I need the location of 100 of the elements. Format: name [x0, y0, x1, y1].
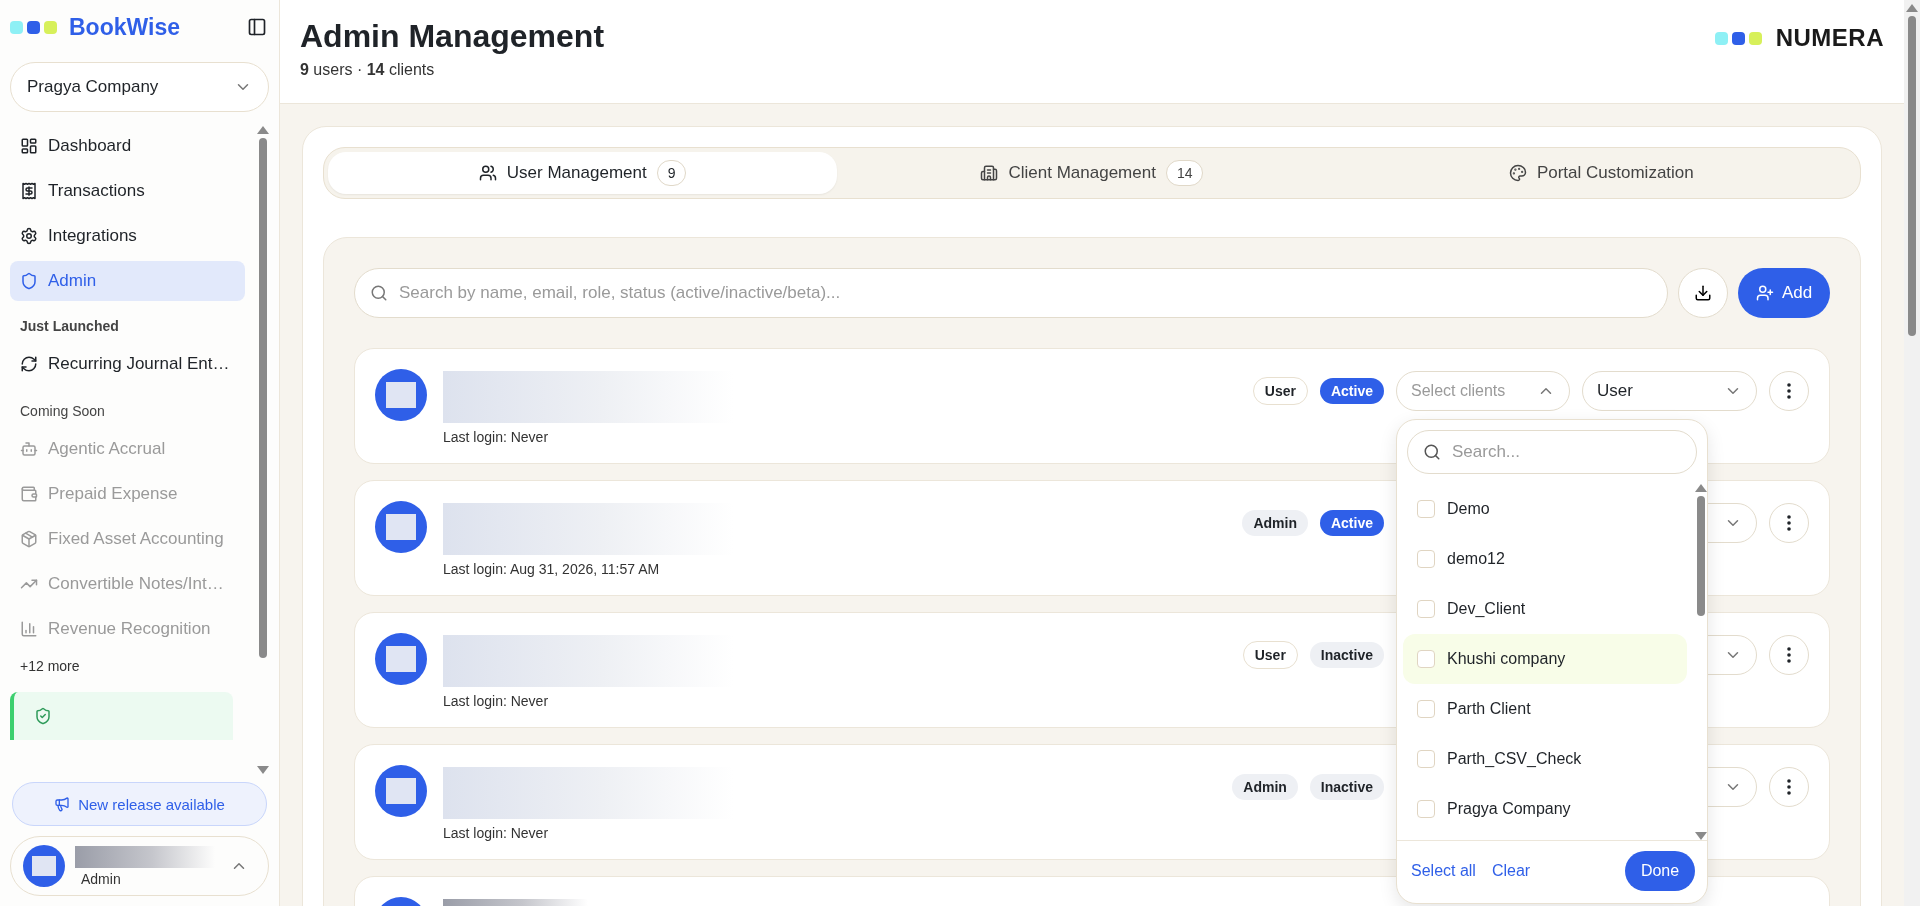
more-icon — [1787, 779, 1791, 795]
robot-icon — [20, 440, 38, 458]
checkbox[interactable] — [1417, 700, 1435, 718]
last-login: Last login: Never — [443, 693, 550, 709]
role-badge: Admin — [1232, 774, 1298, 800]
brand-name: BookWise — [69, 13, 181, 41]
scrollbar[interactable] — [1904, 0, 1920, 906]
client-option[interactable]: Demo — [1403, 484, 1687, 534]
user-plus-icon — [1755, 284, 1774, 302]
more-button[interactable] — [1769, 371, 1809, 411]
sidebar-toggle-icon[interactable] — [247, 17, 267, 37]
option-label: demo12 — [1447, 550, 1505, 568]
avatar — [23, 845, 65, 887]
more-link[interactable]: +12 more — [10, 654, 245, 678]
avatar — [375, 633, 427, 685]
last-login: Last login: Never — [443, 429, 550, 445]
users-icon — [478, 164, 497, 182]
page-subtitle: 9 users · 14 clients — [300, 61, 436, 79]
checkbox[interactable] — [1417, 650, 1435, 668]
client-option[interactable]: Pragya Company — [1403, 784, 1687, 834]
megaphone-icon — [54, 796, 71, 812]
count-badge: 9 — [656, 160, 687, 186]
checkbox[interactable] — [1417, 550, 1435, 568]
avatar — [375, 765, 427, 817]
dropdown-search-field[interactable]: Search... — [1407, 430, 1697, 474]
gear-icon — [20, 227, 38, 245]
chart-icon — [20, 620, 38, 638]
client-option[interactable]: Parth_CSV_Check — [1403, 734, 1687, 784]
nav-item[interactable]: Admin — [10, 261, 245, 301]
more-icon — [1787, 647, 1791, 663]
wallet-icon — [20, 485, 38, 503]
more-icon — [1787, 515, 1791, 531]
logo-icon — [10, 20, 23, 34]
company-select[interactable]: Pragya Company — [10, 62, 269, 112]
count-badge: 14 — [1165, 160, 1204, 186]
status-badge: Inactive — [1309, 642, 1384, 668]
building-icon — [980, 164, 999, 182]
download-button[interactable] — [1678, 268, 1728, 318]
role-badge: Admin — [1242, 510, 1308, 536]
release-button[interactable]: New release available — [12, 782, 267, 826]
tab-label: User Management — [506, 163, 647, 183]
more-button[interactable] — [1769, 767, 1809, 807]
shield-check-icon — [34, 707, 52, 725]
client-option[interactable]: demo12 — [1403, 534, 1687, 584]
search-field[interactable]: Search by name, email, role, status (active/inactive/beta)... — [354, 268, 1668, 318]
checkbox[interactable] — [1417, 500, 1435, 518]
avatar — [375, 369, 427, 421]
tab[interactable]: Portal Customization — [1346, 152, 1856, 194]
last-login: Last login: Never — [443, 825, 550, 841]
clear-link[interactable]: Clear — [1491, 862, 1531, 880]
option-label: Dev_Client — [1447, 600, 1526, 618]
scrollbar[interactable] — [257, 126, 269, 774]
download-icon — [1694, 284, 1712, 302]
section-heading: Coming Soon — [19, 402, 106, 421]
role-badge: User — [1252, 377, 1308, 405]
status-badge: Inactive — [1309, 774, 1384, 800]
receipt-icon — [20, 182, 38, 200]
role-select[interactable]: User — [1582, 371, 1757, 411]
nav-item[interactable]: Integrations — [10, 216, 245, 256]
more-button[interactable] — [1769, 635, 1809, 675]
role-badge: User — [1242, 641, 1298, 669]
avatar — [375, 501, 427, 553]
option-label: Demo — [1447, 500, 1490, 518]
last-login: Last login: Aug 31, 2026, 11:57 AM — [443, 561, 661, 577]
option-label: Parth_CSV_Check — [1447, 750, 1582, 768]
more-button[interactable] — [1769, 503, 1809, 543]
dashboard-icon — [20, 137, 38, 155]
more-icon — [1787, 383, 1791, 399]
option-label: Khushi company — [1447, 650, 1566, 668]
add-button[interactable]: Add — [1738, 268, 1830, 318]
logo-icon — [44, 20, 57, 34]
search-icon — [1423, 443, 1441, 461]
user-role: Admin — [80, 870, 122, 887]
client-option[interactable]: Parth Client — [1403, 684, 1687, 734]
logo-text: NUMERA — [1775, 24, 1884, 52]
tab-label: Client Management — [1008, 163, 1156, 183]
option-label: Parth Client — [1447, 700, 1531, 718]
logo-icon — [1748, 31, 1762, 45]
checkbox[interactable] — [1417, 800, 1435, 818]
section-heading: Just Launched — [19, 317, 120, 336]
status-badge: Active — [1319, 378, 1384, 404]
status-badge: Active — [1319, 510, 1384, 536]
search-icon — [370, 284, 388, 302]
box-icon — [20, 530, 38, 548]
checkbox[interactable] — [1417, 750, 1435, 768]
refresh-icon — [20, 355, 38, 373]
client-option[interactable]: Khushi company — [1403, 634, 1687, 684]
palette-icon — [1508, 164, 1527, 182]
tab[interactable]: User Management 9 — [328, 152, 838, 194]
logo-icon — [27, 20, 40, 34]
nav-item[interactable]: Transactions — [10, 171, 245, 211]
checkbox[interactable] — [1417, 600, 1435, 618]
tab[interactable]: Client Management 14 — [837, 152, 1347, 194]
nav-item[interactable]: Recurring Journal Ent… — [10, 344, 245, 384]
client-option[interactable]: Dev_Client — [1403, 584, 1687, 634]
select-all-link[interactable]: Select all — [1411, 862, 1476, 880]
option-label: Pragya Company — [1447, 800, 1571, 818]
shield-icon — [20, 272, 38, 290]
done-button[interactable]: Done — [1625, 851, 1695, 891]
nav-item[interactable]: Dashboard — [10, 126, 245, 166]
